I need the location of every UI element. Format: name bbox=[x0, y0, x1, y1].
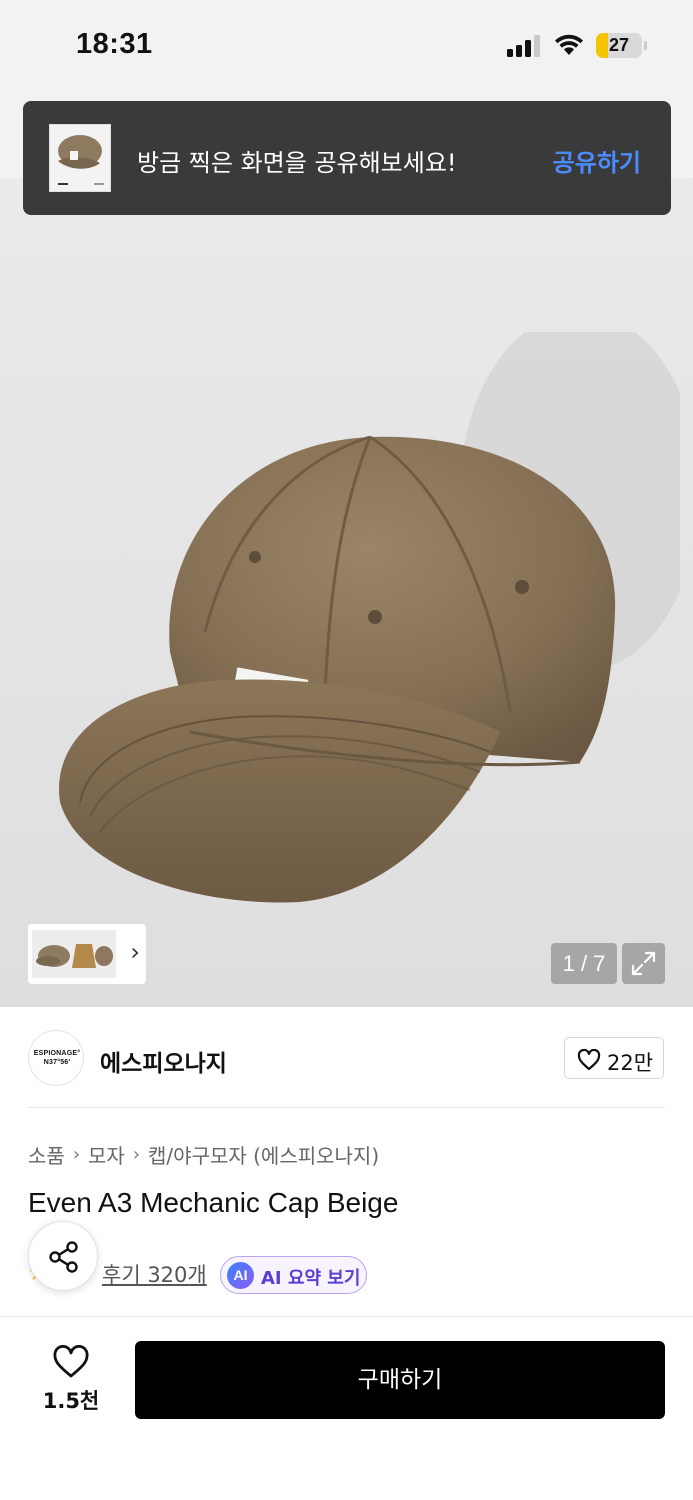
brand-logo-text: ESPIONAGE° N37°56' bbox=[33, 1050, 81, 1066]
image-counter: 1 / 7 bbox=[551, 943, 617, 984]
buy-button[interactable]: 구매하기 bbox=[135, 1341, 665, 1419]
chevron-right-icon[interactable]: › bbox=[130, 940, 140, 964]
bottom-action-bar: 1.5천 구매하기 bbox=[0, 1316, 693, 1500]
divider bbox=[28, 1107, 665, 1108]
toast-message: 방금 찍은 화면을 공유해보세요! bbox=[137, 149, 457, 177]
battery-icon: 27 bbox=[596, 33, 648, 58]
breadcrumb-item[interactable]: 캡/야구모자 (에스피오나지) bbox=[148, 1140, 379, 1169]
share-toast: 방금 찍은 화면을 공유해보세요! 공유하기 bbox=[23, 101, 671, 215]
signal-icon bbox=[507, 35, 540, 57]
battery-level: 27 bbox=[608, 35, 630, 55]
heart-icon bbox=[577, 1049, 601, 1071]
breadcrumb: 소품 › 모자 › 캡/야구모자 (에스피오나지) bbox=[28, 1140, 379, 1168]
product-like-count: 1.5천 bbox=[42, 1389, 100, 1413]
expand-button[interactable] bbox=[622, 943, 665, 984]
brand-name[interactable]: 에스피오나지 bbox=[100, 1044, 227, 1078]
wifi-icon bbox=[555, 34, 583, 55]
thumbnail-image bbox=[32, 930, 116, 978]
thumbnail-strip[interactable]: › bbox=[28, 924, 146, 984]
product-title: Even A3 Mechanic Cap Beige bbox=[28, 1187, 399, 1218]
share-icon bbox=[49, 1241, 78, 1273]
ai-badge: AI bbox=[227, 1262, 254, 1289]
status-bar: 18:31 27 bbox=[0, 0, 693, 92]
ai-summary-button[interactable]: AI AI 요약 보기 bbox=[220, 1256, 367, 1294]
expand-icon bbox=[631, 951, 656, 976]
share-action-button[interactable]: 공유하기 bbox=[553, 143, 641, 178]
breadcrumb-item[interactable]: 모자 bbox=[88, 1140, 125, 1169]
chevron-right-icon: › bbox=[132, 1143, 141, 1165]
brand-like-count: 22만 bbox=[607, 1051, 654, 1075]
screenshot-thumbnail[interactable] bbox=[49, 124, 111, 192]
review-link[interactable]: 후기 320개 bbox=[102, 1259, 207, 1289]
ai-summary-label: AI 요약 보기 bbox=[261, 1268, 361, 1289]
chevron-right-icon: › bbox=[72, 1143, 81, 1165]
breadcrumb-item[interactable]: 소품 bbox=[28, 1140, 65, 1169]
product-image bbox=[59, 332, 680, 903]
brand-logo[interactable]: ESPIONAGE° N37°56' bbox=[28, 1030, 84, 1086]
status-time: 18:31 bbox=[76, 28, 153, 60]
heart-icon bbox=[53, 1345, 89, 1378]
product-like-button[interactable]: 1.5천 bbox=[30, 1343, 112, 1413]
app-screen: 18:31 27 › 1 / 7 방금 찍은 화면을 공유해보세요! 공유하기 … bbox=[0, 0, 693, 1500]
brand-like-button[interactable]: 22만 bbox=[564, 1037, 664, 1079]
product-image-gallery[interactable]: › 1 / 7 bbox=[0, 92, 693, 1007]
share-button[interactable] bbox=[28, 1221, 98, 1291]
